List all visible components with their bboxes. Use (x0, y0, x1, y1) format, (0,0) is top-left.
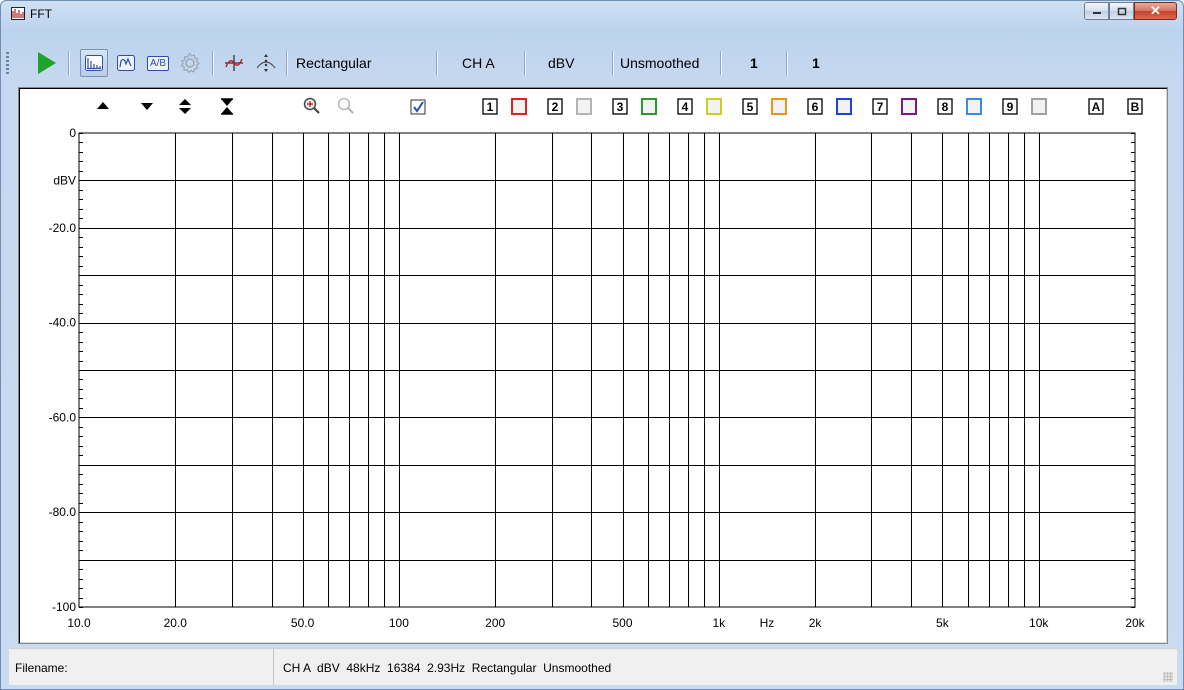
channel-7-checkbox[interactable] (901, 98, 917, 115)
x-tick-label: 50.0 (291, 616, 315, 630)
toolbar-separator (524, 51, 525, 75)
x-tick-label: 10.0 (67, 616, 91, 630)
scale-up-icon[interactable] (97, 102, 109, 109)
channel-number-label: 7 (877, 100, 884, 114)
status-bar: Filename: CH A dBV 48kHz 16384 2.93Hz Re… (9, 648, 1177, 685)
channel-2-checkbox[interactable] (576, 98, 592, 115)
ab-compare-button[interactable]: A/B (144, 49, 172, 77)
zoom-out-icon[interactable] (337, 97, 354, 114)
channel-number-label: 1 (487, 100, 494, 114)
y-tick-label: -100 (52, 600, 76, 614)
y-tick-label: -60.0 (49, 410, 77, 424)
toolbar-grip[interactable] (6, 52, 9, 74)
expand-vertical-icon[interactable] (179, 99, 191, 114)
x-tick-label: 500 (612, 616, 632, 630)
channel-4-checkbox[interactable] (706, 98, 722, 115)
fft-plot[interactable]: 1 2 3 4 5 6 7 8 9 A B 0 -20.0 -40.0 -60.0 -80.0 -100 dBV… (19, 88, 1167, 643)
x-tick-label: 1k (712, 616, 726, 630)
compress-vertical-icon[interactable] (221, 98, 233, 115)
x-tick-label: 200 (485, 616, 505, 630)
channel-number-label: 4 (682, 100, 689, 114)
units-selector[interactable]: dBV (542, 49, 580, 77)
window-type-selector[interactable]: Rectangular (290, 49, 378, 77)
scale-down-icon[interactable] (141, 103, 153, 110)
play-icon (38, 52, 56, 74)
channel-selector[interactable]: CH A (456, 49, 501, 77)
close-icon: ✕ (1150, 3, 1161, 18)
curve-icon (117, 55, 135, 71)
channel-number-label: 5 (747, 100, 754, 114)
spectrum-view-button[interactable] (80, 49, 108, 77)
x-tick-label: 20k (1125, 616, 1145, 630)
spectrum-bars-icon (85, 55, 103, 71)
y-unit-label: dBV (53, 173, 76, 187)
toolbar-separator (612, 51, 613, 75)
x-tick-label: 20.0 (164, 616, 188, 630)
x-unit-label: Hz (760, 616, 775, 630)
toolbar-separator (786, 51, 787, 75)
channel-8-checkbox[interactable] (966, 98, 982, 115)
fft-app-icon (11, 7, 25, 20)
y-tick-label: -80.0 (49, 505, 77, 519)
toolbar-separator (68, 51, 69, 75)
channel-number-label: 3 (617, 100, 624, 114)
filename-panel: Filename: (9, 649, 274, 685)
y-tick-label: -20.0 (49, 221, 77, 235)
channel-1-checkbox[interactable] (511, 98, 527, 115)
x-tick-label: 5k (936, 616, 950, 630)
cursor-b-button-label: B (1131, 100, 1140, 114)
toolbar-separator (720, 51, 721, 75)
run-button[interactable] (32, 49, 60, 77)
average-count-1[interactable]: 1 (744, 49, 764, 77)
main-toolbar: A/B Rectangular CH A dBV Unsmoothed 1 1 (6, 46, 1172, 80)
plot-grid (78, 132, 1136, 608)
channel-3-checkbox[interactable] (641, 98, 657, 115)
gear-icon (180, 52, 200, 74)
window-controls: ✕ (1084, 2, 1177, 22)
y-tick-label: 0 (69, 126, 76, 140)
channel-number-label: 6 (812, 100, 819, 114)
plot-scale-controls (97, 97, 354, 115)
x-tick-label: 2k (809, 616, 823, 630)
cursor-a-button-label: A (1092, 100, 1101, 114)
curve-view-button[interactable] (112, 49, 140, 77)
channel-5-checkbox[interactable] (771, 98, 787, 115)
fft-window: FFT ✕ A/B Rectangular CH A dBV Unsmoothe… (0, 0, 1184, 690)
title-bar[interactable]: FFT ✕ (1, 1, 1183, 27)
plot-panel: 1 2 3 4 5 6 7 8 9 A B 0 -20.0 -40.0 -60.0 -80.0 -100 dBV… (18, 87, 1168, 644)
maximize-button[interactable] (1109, 2, 1134, 20)
channel-6-checkbox[interactable] (836, 98, 852, 115)
window-title: FFT (30, 7, 52, 21)
resize-grip[interactable] (1163, 672, 1173, 682)
zoom-in-icon[interactable] (303, 97, 320, 114)
settings-button[interactable] (176, 49, 204, 77)
maximize-icon (1117, 7, 1126, 15)
crosshair-icon (225, 55, 243, 71)
toolbar-separator (212, 51, 213, 75)
toolbar-separator (286, 51, 287, 75)
filename-label: Filename: (15, 661, 68, 675)
average-count-2[interactable]: 1 (806, 49, 826, 77)
close-button[interactable]: ✕ (1134, 2, 1177, 20)
channel-number-label: 2 (552, 100, 559, 114)
peak-arrows-icon (256, 54, 276, 72)
cursor-cross-button[interactable] (220, 49, 248, 77)
smoothing-selector[interactable]: Unsmoothed (614, 49, 705, 77)
channel-number-label: 9 (1007, 100, 1014, 114)
x-tick-label: 10k (1029, 616, 1049, 630)
status-info: CH A dBV 48kHz 16384 2.93Hz Rectangular … (283, 661, 612, 675)
y-tick-label: -40.0 (49, 316, 77, 330)
x-tick-label: 100 (389, 616, 409, 630)
minimize-icon (1092, 12, 1101, 14)
channel-9-checkbox[interactable] (1031, 98, 1047, 115)
toolbar-separator (436, 51, 437, 75)
channel-toggles: 1 2 3 4 5 6 7 8 9 A B (410, 98, 1143, 115)
minimize-button[interactable] (1084, 2, 1109, 20)
peak-marker-button[interactable] (252, 49, 280, 77)
ab-label: A/B (146, 55, 170, 71)
channel-number-label: 8 (942, 100, 949, 114)
